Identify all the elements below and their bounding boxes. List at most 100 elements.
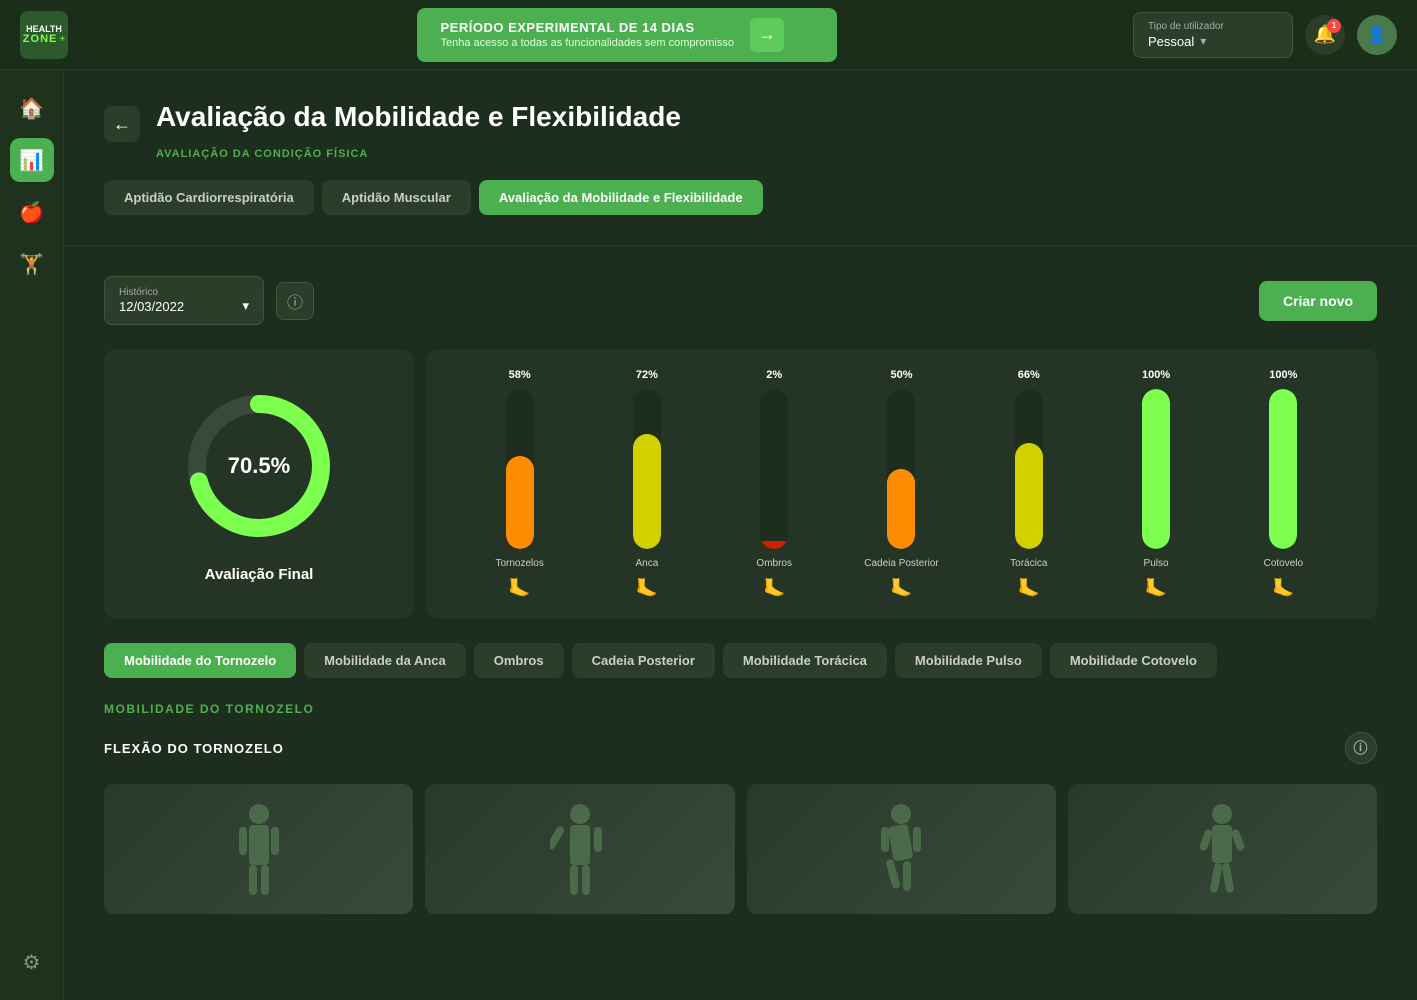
donut-label: Avaliação Final bbox=[205, 566, 314, 583]
bar-fill-cadeia bbox=[887, 469, 915, 549]
criar-novo-button[interactable]: Criar novo bbox=[1259, 281, 1377, 321]
topbar-center: PERÍODO EXPERIMENTAL DE 14 DIAS Tenha ac… bbox=[140, 8, 1113, 62]
bar-track-ombros bbox=[760, 389, 788, 549]
page-header: ← Avaliação da Mobilidade e Flexibilidad… bbox=[104, 100, 1377, 142]
tab-cadeia[interactable]: Cadeia Posterior bbox=[572, 643, 715, 678]
sidebar-item-chart[interactable]: 📊 bbox=[10, 138, 54, 182]
bar-pct-pulso: 100% bbox=[1142, 369, 1170, 381]
divider bbox=[64, 245, 1417, 246]
chevron-down-icon: ▾ bbox=[242, 298, 249, 314]
controls-row: Histórico 12/03/2022 ▾ ⓘ Criar novo bbox=[104, 276, 1377, 325]
main-tabs: Aptidão Cardiorrespiratória Aptidão Musc… bbox=[104, 180, 1377, 215]
settings-icon: ⚙ bbox=[23, 950, 41, 975]
topbar: HEALTH ZONE + PERÍODO EXPERIMENTAL DE 14… bbox=[0, 0, 1417, 70]
bar-track-cotovelo bbox=[1269, 389, 1297, 549]
bar-track-anca bbox=[633, 389, 661, 549]
sidebar: 🏠 📊 🍎 🏋 ⚙ bbox=[0, 70, 64, 1000]
bar-label-cadeia: Cadeia Posterior bbox=[864, 557, 938, 570]
section-title: MOBILIDADE DO TORNOZELO bbox=[104, 702, 1377, 716]
page-title: Avaliação da Mobilidade e Flexibilidade bbox=[156, 100, 681, 134]
bar-label-cotovelo: Cotovelo bbox=[1264, 557, 1303, 570]
sidebar-item-workout[interactable]: 🏋 bbox=[10, 242, 54, 286]
bar-label-tornozelos: Tornozelos bbox=[495, 557, 543, 570]
tab-cotovelo[interactable]: Mobilidade Cotovelo bbox=[1050, 643, 1217, 678]
tab-toracica[interactable]: Mobilidade Torácica bbox=[723, 643, 887, 678]
subsection-row: FLEXÃO DO TORNOZELO ⓘ bbox=[104, 732, 1377, 764]
promo-arrow-btn[interactable]: → bbox=[750, 18, 784, 52]
subsection-info-btn[interactable]: ⓘ bbox=[1345, 732, 1377, 764]
secondary-tabs: Mobilidade do Tornozelo Mobilidade da An… bbox=[104, 643, 1377, 678]
tab-mobility[interactable]: Avaliação da Mobilidade e Flexibilidade bbox=[479, 180, 763, 215]
bar-icon-pulso: 🦶 bbox=[1145, 578, 1167, 599]
page-subtitle: AVALIAÇÃO DA CONDIÇÃO FÍSICA bbox=[156, 148, 1377, 160]
bar-col-toracica: 66% Torácica 🦶 bbox=[965, 369, 1092, 599]
historico-value: 12/03/2022 ▾ bbox=[119, 298, 249, 314]
donut-percentage: 70.5% bbox=[228, 453, 290, 479]
person-silhouette-3 bbox=[871, 799, 931, 899]
info-button[interactable]: ⓘ bbox=[276, 282, 314, 320]
exercise-image-4 bbox=[1068, 784, 1377, 914]
bar-col-tornozelos: 58% Tornozelos 🦶 bbox=[456, 369, 583, 599]
main-layout: 🏠 📊 🍎 🏋 ⚙ ← Avaliação da Mobilidade e Fl… bbox=[0, 70, 1417, 1000]
back-button[interactable]: ← bbox=[104, 106, 140, 142]
tab-tornozelo[interactable]: Mobilidade do Tornozelo bbox=[104, 643, 296, 678]
sidebar-item-settings[interactable]: ⚙ bbox=[10, 940, 54, 984]
bar-pct-tornozelos: 58% bbox=[509, 369, 531, 381]
sidebar-item-nutrition[interactable]: 🍎 bbox=[10, 190, 54, 234]
logo: HEALTH ZONE + bbox=[20, 11, 120, 59]
dumbbell-icon: 🏋 bbox=[19, 252, 44, 277]
person-silhouette-2 bbox=[550, 799, 610, 899]
notification-badge: 1 bbox=[1327, 19, 1341, 33]
bar-fill-tornozelos bbox=[506, 456, 534, 549]
charts-row: 70.5% Avaliação Final 58% Tornozelos 🦶 7… bbox=[104, 349, 1377, 619]
chevron-down-icon: ▾ bbox=[1200, 34, 1206, 48]
bar-label-pulso: Pulso bbox=[1144, 557, 1169, 570]
bar-icon-tornozelos: 🦶 bbox=[508, 578, 530, 599]
bar-col-ombros: 2% Ombros 🦶 bbox=[711, 369, 838, 599]
bar-icon-ombros: 🦶 bbox=[763, 578, 785, 599]
content-area: ← Avaliação da Mobilidade e Flexibilidad… bbox=[64, 70, 1417, 1000]
bar-label-ombros: Ombros bbox=[756, 557, 792, 570]
home-icon: 🏠 bbox=[19, 96, 44, 121]
bar-pct-anca: 72% bbox=[636, 369, 658, 381]
tab-pulso[interactable]: Mobilidade Pulso bbox=[895, 643, 1042, 678]
user-type-label: Tipo de utilizador bbox=[1148, 21, 1278, 32]
user-avatar-btn[interactable]: 👤 bbox=[1357, 15, 1397, 55]
user-icon: 👤 bbox=[1367, 25, 1387, 45]
notification-btn[interactable]: 🔔 1 bbox=[1305, 15, 1345, 55]
chart-icon: 📊 bbox=[19, 148, 44, 173]
bar-track-tornozelos bbox=[506, 389, 534, 549]
donut-chart: 70.5% bbox=[179, 386, 339, 546]
bar-col-pulso: 100% Pulso 🦶 bbox=[1092, 369, 1219, 599]
logo-box: HEALTH ZONE + bbox=[20, 11, 68, 59]
promo-banner[interactable]: PERÍODO EXPERIMENTAL DE 14 DIAS Tenha ac… bbox=[417, 8, 837, 62]
bar-pct-cadeia: 50% bbox=[890, 369, 912, 381]
bar-label-anca: Anca bbox=[636, 557, 659, 570]
historico-dropdown[interactable]: Histórico 12/03/2022 ▾ bbox=[104, 276, 264, 325]
bar-col-cadeia: 50% Cadeia Posterior 🦶 bbox=[838, 369, 965, 599]
sidebar-item-home[interactable]: 🏠 bbox=[10, 86, 54, 130]
bar-label-toracica: Torácica bbox=[1010, 557, 1047, 570]
exercise-image-1 bbox=[104, 784, 413, 914]
bar-fill-toracica bbox=[1015, 443, 1043, 549]
bar-fill-pulso bbox=[1142, 389, 1170, 549]
tab-muscular[interactable]: Aptidão Muscular bbox=[322, 180, 471, 215]
tab-cardio[interactable]: Aptidão Cardiorrespiratória bbox=[104, 180, 314, 215]
historico-label: Histórico bbox=[119, 287, 249, 298]
apple-icon: 🍎 bbox=[19, 200, 44, 225]
tab-ombros[interactable]: Ombros bbox=[474, 643, 564, 678]
bar-fill-ombros bbox=[760, 541, 788, 549]
bar-fill-anca bbox=[633, 434, 661, 549]
exercise-image-3 bbox=[747, 784, 1056, 914]
bar-icon-cotovelo: 🦶 bbox=[1272, 578, 1294, 599]
bar-icon-cadeia: 🦶 bbox=[890, 578, 912, 599]
subsection-title-text: FLEXÃO DO TORNOZELO bbox=[104, 741, 284, 756]
bar-track-toracica bbox=[1015, 389, 1043, 549]
user-type-dropdown[interactable]: Tipo de utilizador Pessoal ▾ bbox=[1133, 12, 1293, 58]
bar-fill-cotovelo bbox=[1269, 389, 1297, 549]
user-type-value: Pessoal ▾ bbox=[1148, 34, 1278, 49]
donut-chart-card: 70.5% Avaliação Final bbox=[104, 349, 414, 619]
bar-icon-anca: 🦶 bbox=[636, 578, 658, 599]
tab-anca[interactable]: Mobilidade da Anca bbox=[304, 643, 466, 678]
bar-pct-ombros: 2% bbox=[766, 369, 782, 381]
